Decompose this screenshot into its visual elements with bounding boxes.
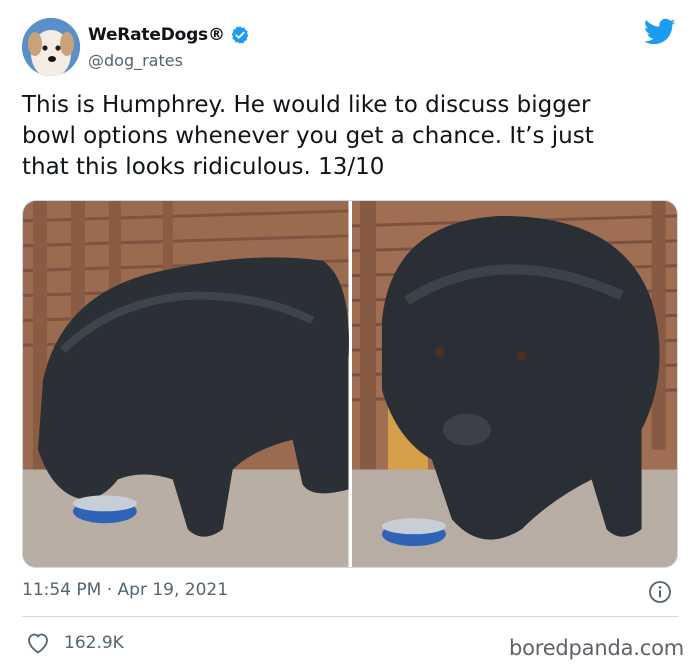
avatar[interactable] (22, 18, 80, 76)
twitter-bird-icon[interactable] (644, 18, 676, 46)
photo-left[interactable] (23, 201, 349, 567)
author-handle[interactable]: @dog_rates (88, 51, 250, 70)
watermark: boredpanda.com (508, 636, 684, 660)
like-count: 162.9K (64, 633, 124, 653)
info-icon[interactable] (648, 580, 672, 604)
author-display-name[interactable]: WeRateDogs® (88, 25, 225, 45)
divider (22, 616, 678, 617)
heart-icon[interactable] (26, 632, 50, 654)
tweet-header: WeRateDogs® @dog_rates (22, 18, 678, 78)
tweet-media[interactable] (22, 200, 678, 568)
verified-badge-icon (230, 25, 250, 45)
like-action[interactable]: 162.9K (26, 632, 124, 654)
tweet-timestamp[interactable]: 11:54 PM · Apr 19, 2021 (22, 580, 228, 600)
photo-right[interactable] (351, 201, 677, 567)
tweet-text: This is Humphrey. He would like to discu… (22, 92, 594, 180)
author-names: WeRateDogs® @dog_rates (88, 24, 250, 70)
